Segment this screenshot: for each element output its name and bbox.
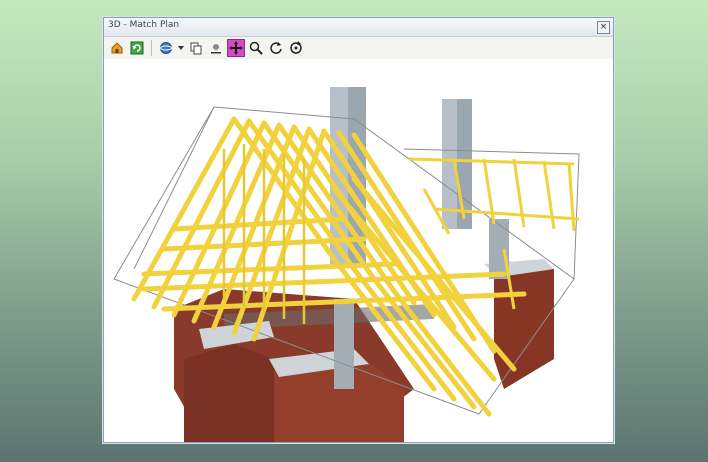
pan-icon (229, 41, 243, 55)
home-icon (111, 42, 123, 54)
toolbar-separator (151, 40, 152, 56)
close-button[interactable]: × (597, 21, 610, 34)
refresh-icon (130, 41, 144, 55)
light-button[interactable] (207, 39, 225, 57)
window-title: 3D - Match Plan (108, 20, 180, 30)
rotate-right-icon (290, 41, 302, 54)
refresh-button[interactable] (128, 39, 146, 57)
copy-button[interactable] (187, 39, 205, 57)
copy-icon (190, 42, 202, 55)
home-button[interactable] (108, 39, 126, 57)
zoom-button[interactable] (247, 39, 265, 57)
rotate-left-icon (270, 42, 282, 54)
toolbar (104, 37, 613, 60)
view-dropdown[interactable] (177, 39, 185, 57)
view-orbit-icon (160, 42, 172, 54)
rotate-left-button[interactable] (267, 39, 285, 57)
3d-viewport[interactable] (104, 59, 613, 442)
pan-button[interactable] (227, 39, 245, 57)
title-bar[interactable]: 3D - Match Plan × (104, 18, 613, 37)
view-orbit-button[interactable] (157, 39, 175, 57)
viewer-window: 3D - Match Plan × (103, 17, 614, 443)
light-icon (211, 44, 221, 54)
zoom-icon (249, 41, 263, 55)
roof-truss-model (113, 87, 580, 442)
dropdown-arrow-icon (178, 46, 184, 50)
rotate-right-button[interactable] (287, 39, 305, 57)
